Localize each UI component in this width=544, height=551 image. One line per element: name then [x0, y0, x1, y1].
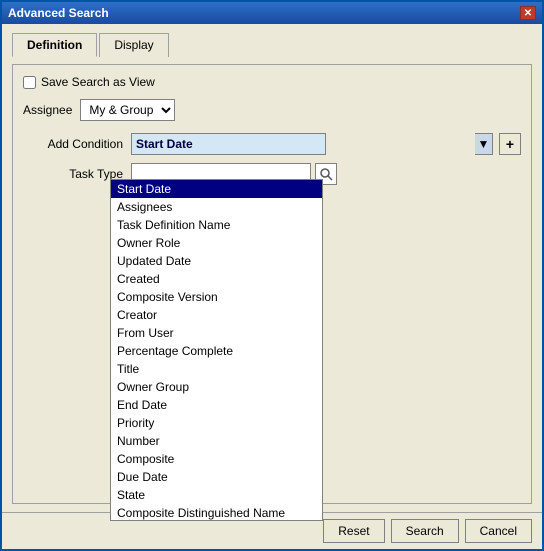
- tab-content-area: Save Search as View Assignee My & Group …: [12, 64, 532, 504]
- condition-select-wrapper: Start Date ▼: [131, 133, 493, 155]
- save-search-label: Save Search as View: [41, 75, 155, 89]
- dropdown-item-state[interactable]: State: [111, 486, 322, 504]
- tab-display[interactable]: Display: [99, 33, 168, 57]
- dropdown-item-title[interactable]: Title: [111, 360, 322, 378]
- assignee-label: Assignee: [23, 103, 72, 117]
- dropdown-item-task-definition-name[interactable]: Task Definition Name: [111, 216, 322, 234]
- advanced-search-window: Advanced Search ✕ Definition Display Sav…: [0, 0, 544, 551]
- dropdown-item-percentage-complete[interactable]: Percentage Complete: [111, 342, 322, 360]
- condition-dropdown-arrow[interactable]: ▼: [475, 133, 493, 155]
- dropdown-item-end-date[interactable]: End Date: [111, 396, 322, 414]
- dropdown-item-composite[interactable]: Composite: [111, 450, 322, 468]
- add-condition-button[interactable]: +: [499, 133, 521, 155]
- tab-bar: Definition Display: [12, 32, 532, 56]
- assignee-row: Assignee My & Group My Group Everyone: [23, 99, 521, 121]
- title-bar: Advanced Search ✕: [2, 2, 542, 24]
- dropdown-item-start-date[interactable]: Start Date: [111, 180, 322, 198]
- reset-button[interactable]: Reset: [323, 519, 384, 543]
- add-condition-label: Add Condition: [23, 137, 123, 151]
- save-search-row: Save Search as View: [23, 75, 521, 89]
- dropdown-item-assignees[interactable]: Assignees: [111, 198, 322, 216]
- window-title: Advanced Search: [8, 6, 109, 20]
- dropdown-item-created[interactable]: Created: [111, 270, 322, 288]
- dropdown-item-number[interactable]: Number: [111, 432, 322, 450]
- dropdown-item-due-date[interactable]: Due Date: [111, 468, 322, 486]
- condition-dropdown-list: Start Date Assignees Task Definition Nam…: [110, 179, 323, 521]
- close-button[interactable]: ✕: [520, 6, 536, 20]
- search-button[interactable]: Search: [391, 519, 459, 543]
- dropdown-item-composite-distinguished-name[interactable]: Composite Distinguished Name: [111, 504, 322, 520]
- cancel-button[interactable]: Cancel: [465, 519, 532, 543]
- dropdown-item-creator[interactable]: Creator: [111, 306, 322, 324]
- dropdown-item-owner-role[interactable]: Owner Role: [111, 234, 322, 252]
- tab-definition[interactable]: Definition: [12, 33, 97, 57]
- dropdown-item-from-user[interactable]: From User: [111, 324, 322, 342]
- dropdown-item-priority[interactable]: Priority: [111, 414, 322, 432]
- condition-select[interactable]: Start Date: [131, 133, 326, 155]
- dropdown-item-composite-version[interactable]: Composite Version: [111, 288, 322, 306]
- main-content: Definition Display Save Search as View A…: [2, 24, 542, 512]
- add-condition-row: Add Condition Start Date ▼ +: [23, 133, 521, 155]
- task-type-label: Task Type: [23, 167, 123, 181]
- dropdown-item-updated-date[interactable]: Updated Date: [111, 252, 322, 270]
- condition-dropdown-scrollable[interactable]: Start Date Assignees Task Definition Nam…: [111, 180, 322, 520]
- dropdown-item-owner-group[interactable]: Owner Group: [111, 378, 322, 396]
- assignee-select[interactable]: My & Group My Group Everyone: [80, 99, 175, 121]
- save-search-checkbox[interactable]: [23, 76, 36, 89]
